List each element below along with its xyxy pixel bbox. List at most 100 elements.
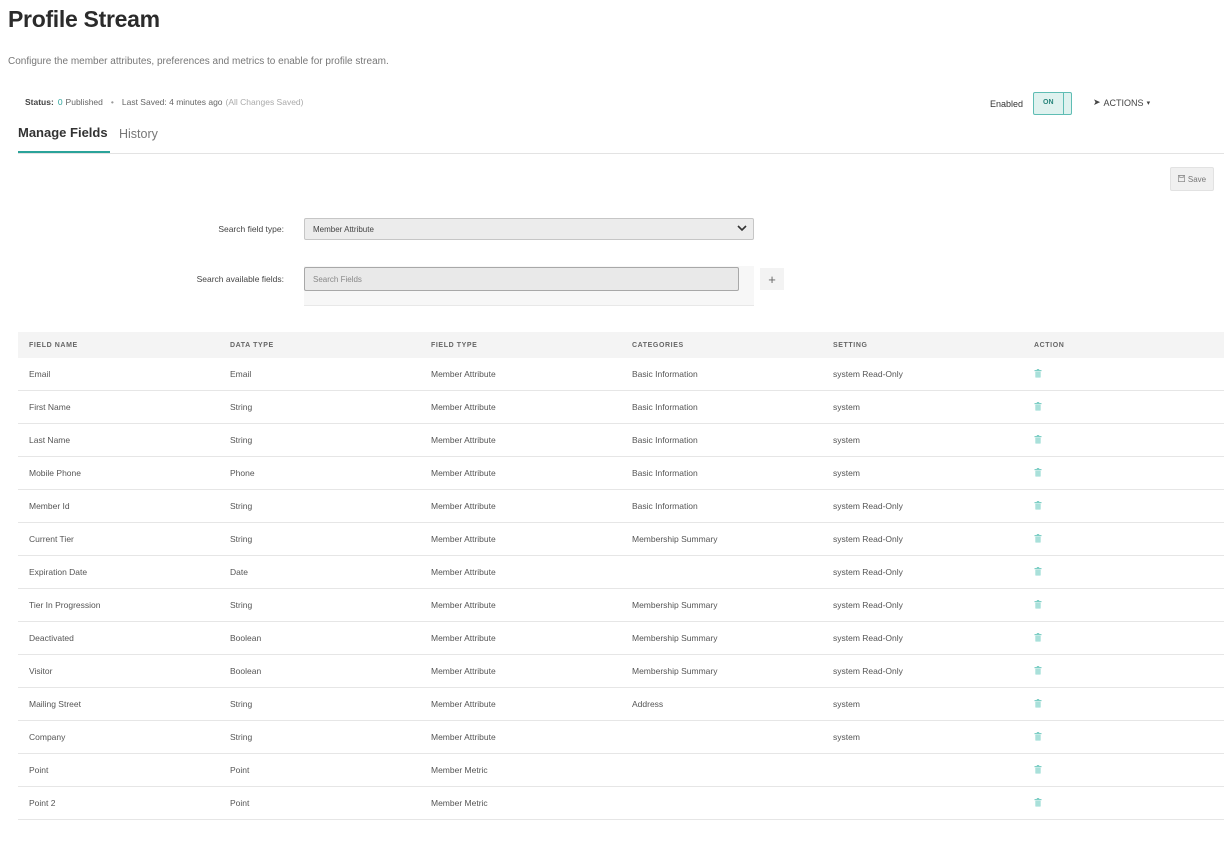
cell-data-type: Point	[230, 765, 250, 775]
cell-field-name: Tier In Progression	[29, 600, 101, 610]
cell-data-type: Boolean	[230, 633, 262, 643]
cell-action	[1034, 368, 1154, 380]
header-data-type: DATA TYPE	[230, 341, 274, 349]
cell-category: Membership Summary	[632, 600, 718, 610]
enabled-toggle[interactable]: ON	[1033, 92, 1073, 115]
save-label: Save	[1187, 174, 1207, 184]
trash-icon[interactable]	[1034, 566, 1042, 576]
floppy-disk-icon	[1177, 174, 1185, 184]
cell-action	[1034, 401, 1154, 413]
trash-icon[interactable]	[1034, 599, 1042, 609]
trash-icon[interactable]	[1034, 731, 1042, 741]
header-action: ACTION	[1034, 341, 1065, 349]
cell-category: Basic Information	[632, 501, 698, 511]
cell-data-type: String	[230, 600, 253, 610]
cell-data-type: String	[230, 534, 253, 544]
cell-action	[1034, 434, 1154, 446]
cell-field-name: Current Tier	[29, 534, 74, 544]
actions-label: ACTIONS	[1103, 97, 1144, 108]
table-row: Member Id String Member Attribute Basic Inf…	[18, 490, 1224, 523]
cell-field-type: Member Attribute	[431, 534, 496, 544]
cell-data-type: String	[230, 402, 253, 412]
trash-icon[interactable]	[1034, 797, 1042, 807]
last-saved-text: Last Saved: 4 minutes ago	[121, 97, 223, 107]
cell-category: Basic Information	[632, 468, 698, 478]
cell-action	[1034, 797, 1154, 809]
search-fields-input[interactable]	[304, 267, 739, 291]
header-categories: CATEGORIES	[632, 341, 684, 349]
cell-category: Basic Information	[632, 402, 698, 412]
header-setting: SETTING	[833, 341, 868, 349]
cell-field-type: Member Attribute	[431, 732, 496, 742]
save-button[interactable]: Save	[1170, 167, 1214, 191]
toggle-handle	[1063, 93, 1065, 114]
cell-setting: system	[833, 402, 860, 412]
table-row: Company String Member Attribute system	[18, 721, 1224, 754]
cell-setting: system Read-Only	[833, 501, 903, 511]
trash-icon[interactable]	[1034, 467, 1042, 477]
cell-action	[1034, 764, 1154, 776]
cell-field-name: Visitor	[29, 666, 53, 676]
paper-plane-icon: ➤	[1093, 97, 1101, 107]
add-field-button[interactable]: +	[760, 268, 784, 290]
cell-field-type: Member Attribute	[431, 600, 496, 610]
table-row: Mailing Street String Member Attribute Addr…	[18, 688, 1224, 721]
cell-setting: system Read-Only	[833, 600, 903, 610]
status-state: Published	[65, 97, 103, 107]
field-type-select[interactable]: Member Attribute	[304, 218, 754, 240]
trash-icon[interactable]	[1034, 434, 1042, 444]
trash-icon[interactable]	[1034, 368, 1042, 378]
toggle-value: ON	[1043, 99, 1054, 106]
cell-action	[1034, 566, 1154, 578]
table-row: Mobile Phone Phone Member Attribute Basic I…	[18, 457, 1224, 490]
tab-manage-fields[interactable]: Manage Fields	[18, 125, 110, 153]
enabled-control: Enabled ON	[990, 92, 1073, 115]
cell-action	[1034, 698, 1154, 710]
available-fields-label: Search available fields:	[196, 274, 284, 284]
cell-setting: system	[833, 732, 860, 742]
trash-icon[interactable]	[1034, 533, 1042, 543]
tab-history[interactable]: History	[119, 127, 158, 141]
trash-icon[interactable]	[1034, 764, 1042, 774]
cell-data-type: Phone	[230, 468, 255, 478]
table-row: Expiration Date Date Member Attribute syste…	[18, 556, 1224, 589]
cell-category: Basic Information	[632, 369, 698, 379]
table-header: FIELD NAME DATA TYPE FIELD TYPE CATEGORI…	[18, 332, 1224, 358]
cell-field-type: Member Attribute	[431, 435, 496, 445]
field-type-value: Member Attribute	[313, 225, 374, 234]
trash-icon[interactable]	[1034, 698, 1042, 708]
trash-icon[interactable]	[1034, 665, 1042, 675]
cell-field-type: Member Attribute	[431, 699, 496, 709]
cell-data-type: Date	[230, 567, 248, 577]
cell-action	[1034, 500, 1154, 512]
cell-setting: system	[833, 468, 860, 478]
cell-setting: system Read-Only	[833, 666, 903, 676]
cell-action	[1034, 665, 1154, 677]
cell-field-name: First Name	[29, 402, 71, 412]
cell-category: Membership Summary	[632, 633, 718, 643]
plus-icon: +	[768, 271, 776, 287]
cell-category: Membership Summary	[632, 534, 718, 544]
cell-field-name: Last Name	[29, 435, 71, 445]
cell-field-type: Member Attribute	[431, 369, 496, 379]
cell-field-type: Member Attribute	[431, 468, 496, 478]
trash-icon[interactable]	[1034, 632, 1042, 642]
status-separator: •	[110, 97, 114, 107]
cell-field-type: Member Attribute	[431, 567, 496, 577]
table-body: Email Email Member Attribute Basic Informat…	[18, 358, 1224, 820]
actions-dropdown[interactable]: ➤ ACTIONS ▾	[1093, 97, 1150, 108]
cell-action	[1034, 632, 1154, 644]
trash-icon[interactable]	[1034, 500, 1042, 510]
trash-icon[interactable]	[1034, 401, 1042, 411]
cell-action	[1034, 467, 1154, 479]
cell-field-type: Member Attribute	[431, 666, 496, 676]
cell-field-type: Member Attribute	[431, 501, 496, 511]
cell-data-type: Email	[230, 369, 252, 379]
cell-setting: system	[833, 435, 860, 445]
cell-category: Basic Information	[632, 435, 698, 445]
cell-data-type: String	[230, 435, 253, 445]
fields-table: FIELD NAME DATA TYPE FIELD TYPE CATEGORI…	[18, 332, 1224, 820]
published-count: 0	[57, 97, 63, 107]
cell-setting: system Read-Only	[833, 534, 903, 544]
search-fields-panel	[304, 266, 754, 306]
